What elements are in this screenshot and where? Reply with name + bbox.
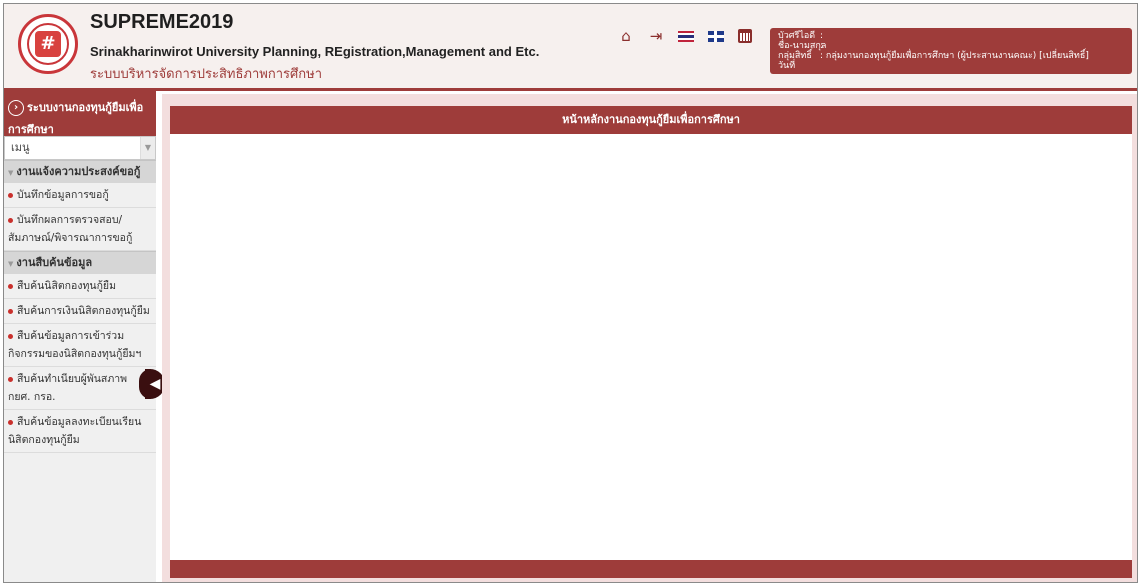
menu-item-record-review-result[interactable]: บันทึกผลการตรวจสอบ/สัมภาษณ์/พิจารณาการขอ… [4, 208, 156, 251]
menu-item-label: สืบค้นทำเนียบผู้พันสภาพ กยศ. กรอ. [8, 373, 128, 403]
user-id-value: : [820, 31, 824, 41]
menu-item-label: บันทึกผลการตรวจสอบ/สัมภาษณ์/พิจารณาการขอ… [8, 214, 133, 244]
chevron-right-circle-icon: › [8, 100, 24, 116]
content-panel: หน้าหลักงานกองทุนกู้ยืมเพื่อการศึกษา [170, 106, 1132, 578]
app-thai-title: ระบบบริหารจัดการประสิทธิภาพการศึกษา [90, 67, 323, 82]
calendar-icon[interactable] [738, 29, 752, 43]
main-area: หน้าหลักงานกองทุนกู้ยืมเพื่อการศึกษา [162, 94, 1137, 582]
bullet-icon [8, 283, 13, 289]
menu-group-request[interactable]: ▼ งานแจ้งความประสงค์ขอกู้ [4, 160, 156, 183]
menu-item-search-status-directory[interactable]: สืบค้นทำเนียบผู้พันสภาพ กยศ. กรอ. [4, 367, 156, 410]
university-logo: # [18, 14, 78, 74]
menu-group-label: งานสืบค้นข้อมูล [16, 256, 93, 269]
menu-group-label: งานแจ้งความประสงค์ขอกู้ [16, 165, 141, 178]
menu-select-value: เมนู [11, 141, 30, 154]
app-title: SUPREME2019 [90, 11, 234, 33]
sidebar: › ระบบงานกองทุนกู้ยืมเพื่อการศึกษา เมนู ▼… [4, 91, 156, 582]
sidebar-heading-label: ระบบงานกองทุนกู้ยืมเพื่อการศึกษา [8, 101, 144, 136]
user-name-value: : [820, 41, 824, 51]
toolbar: ⌂ ⇥ [618, 28, 752, 44]
user-role-label: กลุ่มสิทธิ์ [778, 51, 812, 61]
app-subtitle: Srinakharinwirot University Planning, RE… [90, 44, 540, 59]
seal-icon: # [35, 31, 61, 57]
header: # SUPREME2019 Srinakharinwirot Universit… [4, 4, 1137, 91]
bullet-icon [8, 217, 13, 223]
menu-item-search-students[interactable]: สืบค้นนิสิตกองทุนกู้ยืม [4, 274, 156, 299]
menu-item-search-activities[interactable]: สืบค้นข้อมูลการเข้าร่วมกิจกรรมของนิสิตกอ… [4, 324, 156, 367]
uk-flag-icon[interactable] [708, 30, 724, 42]
sidebar-heading[interactable]: › ระบบงานกองทุนกู้ยืมเพื่อการศึกษา [4, 91, 156, 136]
app-window: # SUPREME2019 Srinakharinwirot Universit… [3, 3, 1138, 583]
user-role-value[interactable]: : กลุ่มงานกองทุนกู้ยืมเพื่อการศึกษา (ผู้… [820, 51, 1089, 61]
bullet-icon [8, 333, 13, 339]
menu-select[interactable]: เมนู ▼ [4, 136, 156, 160]
menu-item-label: สืบค้นการเงินนิสิตกองทุนกู้ยืม [17, 305, 150, 317]
panel-footer [170, 560, 1132, 578]
triangle-down-icon: ▼ [8, 169, 14, 177]
home-icon[interactable]: ⌂ [618, 28, 634, 44]
menu-item-label: สืบค้นข้อมูลการเข้าร่วมกิจกรรมของนิสิตกอ… [8, 330, 142, 360]
bullet-icon [8, 192, 13, 198]
menu-item-label: สืบค้นข้อมูลลงทะเบียนเรียนนิสิตกองทุนกู้… [8, 416, 142, 446]
triangle-down-icon: ▼ [8, 260, 14, 268]
menu-item-label: บันทึกข้อมูลการขอกู้ [17, 189, 109, 201]
menu-group-search[interactable]: ▼ งานสืบค้นข้อมูล [4, 251, 156, 274]
panel-title: หน้าหลักงานกองทุนกู้ยืมเพื่อการศึกษา [170, 106, 1132, 134]
user-id-label: บัวศรีไอดี [778, 31, 816, 41]
menu-item-label: สืบค้นนิสิตกองทุนกู้ยืม [17, 280, 117, 292]
caret-left-icon: ◀ [149, 376, 161, 392]
user-info-box: บัวศรีไอดี: ชื่อ-นามสกุล: กลุ่มสิทธิ์ : ก… [770, 28, 1132, 74]
menu-item-search-finance[interactable]: สืบค้นการเงินนิสิตกองทุนกู้ยืม [4, 299, 156, 324]
date-label: วันที่ [778, 61, 796, 71]
menu-item-record-loan-request[interactable]: บันทึกข้อมูลการขอกู้ [4, 183, 156, 208]
dropdown-arrow-icon: ▼ [140, 137, 155, 159]
user-name-label: ชื่อ-นามสกุล [778, 41, 827, 51]
menu-item-search-registration[interactable]: สืบค้นข้อมูลลงทะเบียนเรียนนิสิตกองทุนกู้… [4, 410, 156, 453]
logout-icon[interactable]: ⇥ [648, 28, 664, 44]
bullet-icon [8, 308, 13, 314]
thai-flag-icon[interactable] [678, 30, 694, 42]
bullet-icon [8, 419, 13, 425]
bullet-icon [8, 376, 13, 382]
